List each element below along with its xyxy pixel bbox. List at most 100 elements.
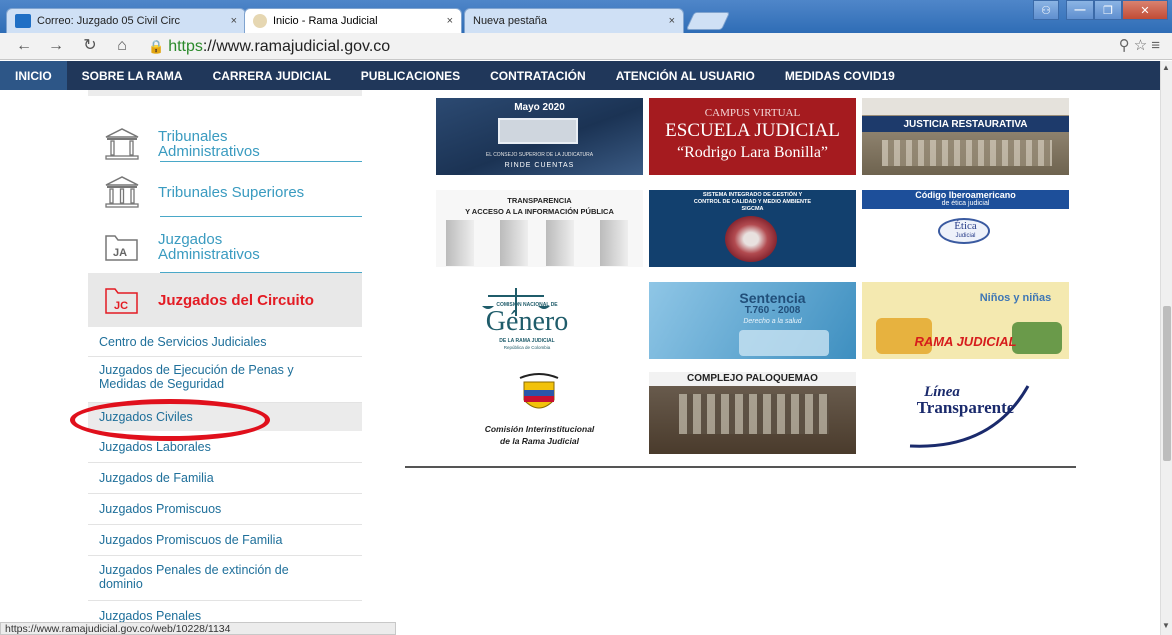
nav-sobre-la-rama[interactable]: SOBRE LA RAMA: [67, 61, 198, 90]
star-icon[interactable]: ☆: [1134, 37, 1151, 54]
banner-title: COMPLEJO PALOQUEMAO: [687, 373, 818, 384]
list-item-juzgados-familia[interactable]: Juzgados de Familia: [88, 465, 362, 491]
banner-line: Judicial: [955, 233, 976, 239]
building-photo: [498, 118, 578, 144]
scrollbar-thumb[interactable]: [1163, 306, 1171, 461]
banner-comision-interinstitucional[interactable]: Comisión Interinstitucional de la Rama J…: [436, 372, 643, 454]
back-arrow-icon[interactable]: ←: [14, 36, 34, 56]
tab-label: Nueva pestaña: [473, 15, 547, 27]
toolbar-icons: ⚲☆≡: [1119, 36, 1164, 54]
menu-icon[interactable]: ≡: [1151, 37, 1164, 54]
outlook-icon: [15, 14, 31, 28]
close-tab-icon[interactable]: ×: [441, 15, 453, 27]
banner-codigo-etica[interactable]: Código Iberoamericano de ética judicial …: [862, 190, 1069, 267]
banner-transparencia[interactable]: TRANSPARENCIA Y ACCESO A LA INFORMACIÓN …: [436, 190, 643, 267]
nav-carrera-judicial[interactable]: CARRERA JUDICIAL: [198, 61, 346, 90]
tab-inicio[interactable]: Inicio - Rama Judicial ×: [244, 8, 462, 33]
banner-ninos-ninas[interactable]: Niños y niñas RAMA JUDICIAL: [862, 282, 1069, 359]
forward-arrow-icon[interactable]: →: [46, 36, 66, 56]
folder-badge-text: JA: [113, 247, 127, 259]
user-icon[interactable]: ⚇: [1033, 0, 1059, 20]
banner-genero[interactable]: COMISIÓN NACIONAL DE Género DE LA RAMA J…: [436, 282, 643, 359]
tab-nueva[interactable]: Nueva pestaña ×: [464, 8, 684, 33]
sidebar-item-juzgados-del-circuito[interactable]: JC Juzgados del Circuito: [88, 273, 362, 327]
minimize-button[interactable]: —: [1066, 0, 1094, 20]
banner-campus-virtual[interactable]: CAMPUS VIRTUAL ESCUELA JUDICIAL “Rodrigo…: [649, 98, 856, 175]
browser-titlebar: Correo: Juzgado 05 Civil Circ × Inicio -…: [0, 0, 1172, 33]
list-item-ejecucion-penas[interactable]: Juzgados de Ejecución de Penas y Medidas…: [88, 358, 338, 396]
building-icon: [105, 176, 139, 208]
banner-linea-transparente[interactable]: Línea Transparente: [862, 372, 1069, 454]
medical-photo: [739, 330, 829, 356]
tab-label: Correo: Juzgado 05 Civil Circ: [37, 15, 181, 27]
sidebar-item-juzgados-administrativos[interactable]: JA Juzgados Administrativos: [88, 225, 362, 269]
banner-complejo-paloquemao[interactable]: COMPLEJO PALOQUEMAO: [649, 372, 856, 454]
banner-rinde-cuentas[interactable]: Mayo 2020 EL CONSEJO SUPERIOR DE LA JUDI…: [436, 98, 643, 175]
tab-label: Inicio - Rama Judicial: [273, 15, 378, 27]
scroll-down-arrow-icon[interactable]: ▼: [1162, 621, 1170, 630]
banner-line: Derecho a la salud: [743, 318, 802, 325]
banner-line: Sentencia: [739, 290, 806, 306]
list-item-extincion-dominio[interactable]: Juzgados Penales de extinción de dominio: [88, 558, 333, 596]
banner-line: República de Colombia: [503, 345, 551, 350]
divider: [88, 555, 362, 556]
banner-subtitle: EL CONSEJO SUPERIOR DE LA JUDICATURA: [485, 152, 594, 158]
banner-line: RAMA JUDICIAL: [914, 334, 1017, 349]
sidebar-item-label: Tribunales Administrativos: [158, 128, 260, 160]
door-image: [500, 220, 528, 266]
banner-header-strip: [862, 98, 1069, 115]
sidebar-item-label: Tribunales Superiores: [158, 183, 305, 201]
banner-line: SISTEMA INTEGRADO DE GESTIÓN Y: [702, 192, 803, 198]
maximize-button[interactable]: ❐: [1094, 0, 1122, 20]
banner-line: Género: [485, 306, 569, 337]
zoom-icon[interactable]: ⚲: [1119, 37, 1134, 54]
banner-sentencia[interactable]: Sentencia T.760 - 2008 Derecho a la salu…: [649, 282, 856, 359]
home-icon[interactable]: ⌂: [112, 36, 132, 56]
door-image: [446, 220, 474, 266]
rama-judicial-favicon: [253, 14, 267, 28]
banner-line: SIGCMA: [741, 206, 764, 212]
divider: [88, 600, 362, 601]
banner-line: ESCUELA JUDICIAL: [665, 120, 840, 141]
close-window-button[interactable]: ✕: [1122, 0, 1168, 20]
close-tab-icon[interactable]: ×: [663, 15, 675, 27]
divider: [160, 216, 362, 217]
banner-title: JUSTICIA RESTAURATIVA: [903, 119, 1028, 130]
scroll-up-arrow-icon[interactable]: ▲: [1162, 63, 1170, 72]
banner-line: CONTROL DE CALIDAD Y MEDIO AMBIENTE: [693, 199, 812, 205]
reload-icon[interactable]: ↻: [80, 36, 100, 56]
nav-atencion-usuario[interactable]: ATENCIÓN AL USUARIO: [601, 61, 770, 90]
new-tab-button[interactable]: [685, 12, 731, 30]
banner-justicia-restaurativa[interactable]: JUSTICIA RESTAURATIVA: [862, 98, 1069, 175]
url-host: ://www.ramajudicial.gov.co: [202, 37, 391, 55]
banner-sigcma[interactable]: SISTEMA INTEGRADO DE GESTIÓN Y CONTROL D…: [649, 190, 856, 267]
nav-medidas-covid19[interactable]: MEDIDAS COVID19: [770, 61, 910, 90]
banner-line: Y ACCESO A LA INFORMACIÓN PÚBLICA: [465, 207, 614, 216]
scrollbar[interactable]: ▲ ▼: [1160, 61, 1172, 635]
sidebar-item-tribunales-superiores[interactable]: Tribunales Superiores: [88, 172, 362, 212]
tab-correo[interactable]: Correo: Juzgado 05 Civil Circ ×: [6, 8, 246, 33]
address-bar[interactable]: 🔒 https ://www.ramajudicial.gov.co: [148, 36, 1154, 57]
url-scheme: https: [168, 37, 203, 55]
banner-line: “Rodrigo Lara Bonilla”: [676, 144, 829, 161]
list-item-centro-servicios[interactable]: Centro de Servicios Judiciales: [88, 329, 362, 355]
nav-publicaciones[interactable]: PUBLICACIONES: [346, 61, 475, 90]
banner-line: Transparente: [916, 398, 1015, 417]
banner-line: CAMPUS VIRTUAL: [704, 107, 801, 119]
nav-contratacion[interactable]: CONTRATACIÓN: [475, 61, 601, 90]
nav-inicio[interactable]: INICIO: [0, 61, 67, 90]
close-tab-icon[interactable]: ×: [225, 15, 237, 27]
door-image: [546, 220, 574, 266]
list-item-promiscuos-familia[interactable]: Juzgados Promiscuos de Familia: [88, 527, 362, 553]
sidebar-item-tribunales-administrativos[interactable]: Tribunales Administrativos: [88, 122, 362, 166]
banner-line: de la Rama Judicial: [500, 436, 579, 446]
banner-line: Código Iberoamericano: [915, 190, 1016, 200]
folder-badge-text: JC: [114, 300, 128, 312]
sidebar-item-label: Juzgados Administrativos: [158, 231, 260, 263]
banner-line: Ética: [954, 220, 977, 232]
divider: [88, 524, 362, 525]
divider: [88, 356, 362, 357]
red-highlight-circle: [70, 399, 270, 441]
list-item-juzgados-promiscuos[interactable]: Juzgados Promiscuos: [88, 496, 362, 522]
banner-line: de ética judicial: [941, 200, 990, 207]
